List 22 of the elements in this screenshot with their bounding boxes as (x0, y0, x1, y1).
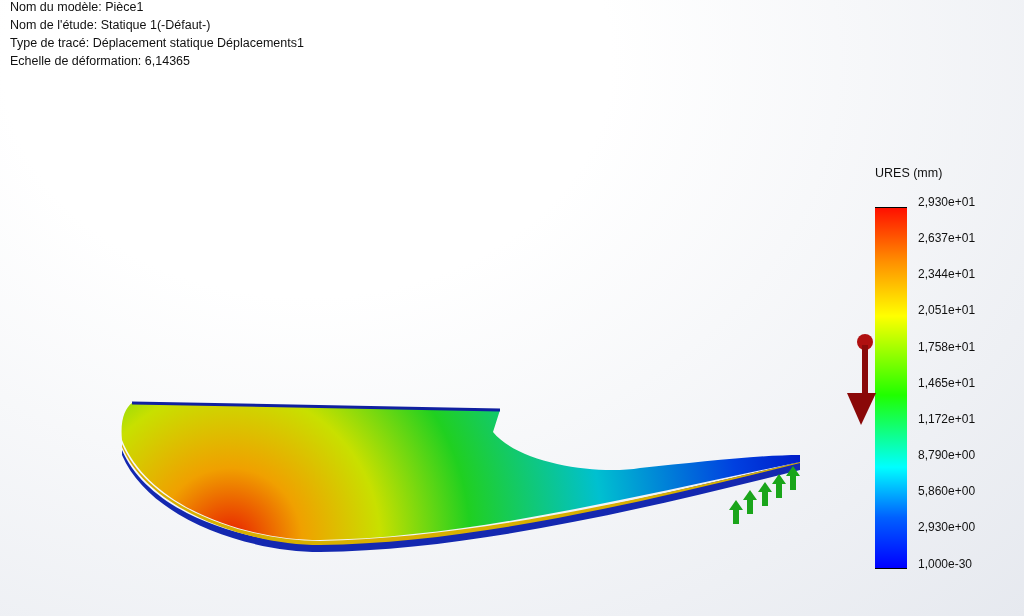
fixture-arrow-icon (743, 490, 757, 514)
plot-info-text: Nom du modèle: Pièce1 (10, 0, 145, 16)
fixture-arrow-icon (786, 466, 800, 490)
fixture-arrow-icon (729, 500, 743, 524)
legend-value: 2,930e+00 (918, 520, 976, 535)
plot-info-text: Nom de l'étude: Statique 1(-Défaut-) (10, 17, 212, 34)
force-arrow-icon (847, 333, 876, 425)
legend-value: 1,758e+01 (918, 339, 976, 354)
legend-value: 5,860e+00 (918, 484, 976, 499)
legend-value: 2,637e+01 (918, 230, 976, 245)
legend-value: 2,930e+01 (918, 194, 976, 209)
fixture-arrow-icon (772, 474, 786, 498)
legend-value: 2,344e+01 (918, 267, 976, 282)
plot-info-text: Echelle de déformation: 6,14365 (10, 53, 191, 70)
legend-value: 2,051e+01 (918, 303, 976, 318)
plot-info-text: Type de tracé: Déplacement statique Déplacements1 (10, 35, 304, 52)
legend-value: 1,172e+01 (918, 411, 976, 426)
legend-value: 8,790e+00 (918, 448, 976, 463)
fixture-arrow-icon (758, 482, 772, 506)
legend-value: 1,000e-30 (918, 556, 974, 571)
legend-value: 1,465e+01 (918, 375, 976, 390)
legend-title: URES (mm) (875, 165, 944, 182)
